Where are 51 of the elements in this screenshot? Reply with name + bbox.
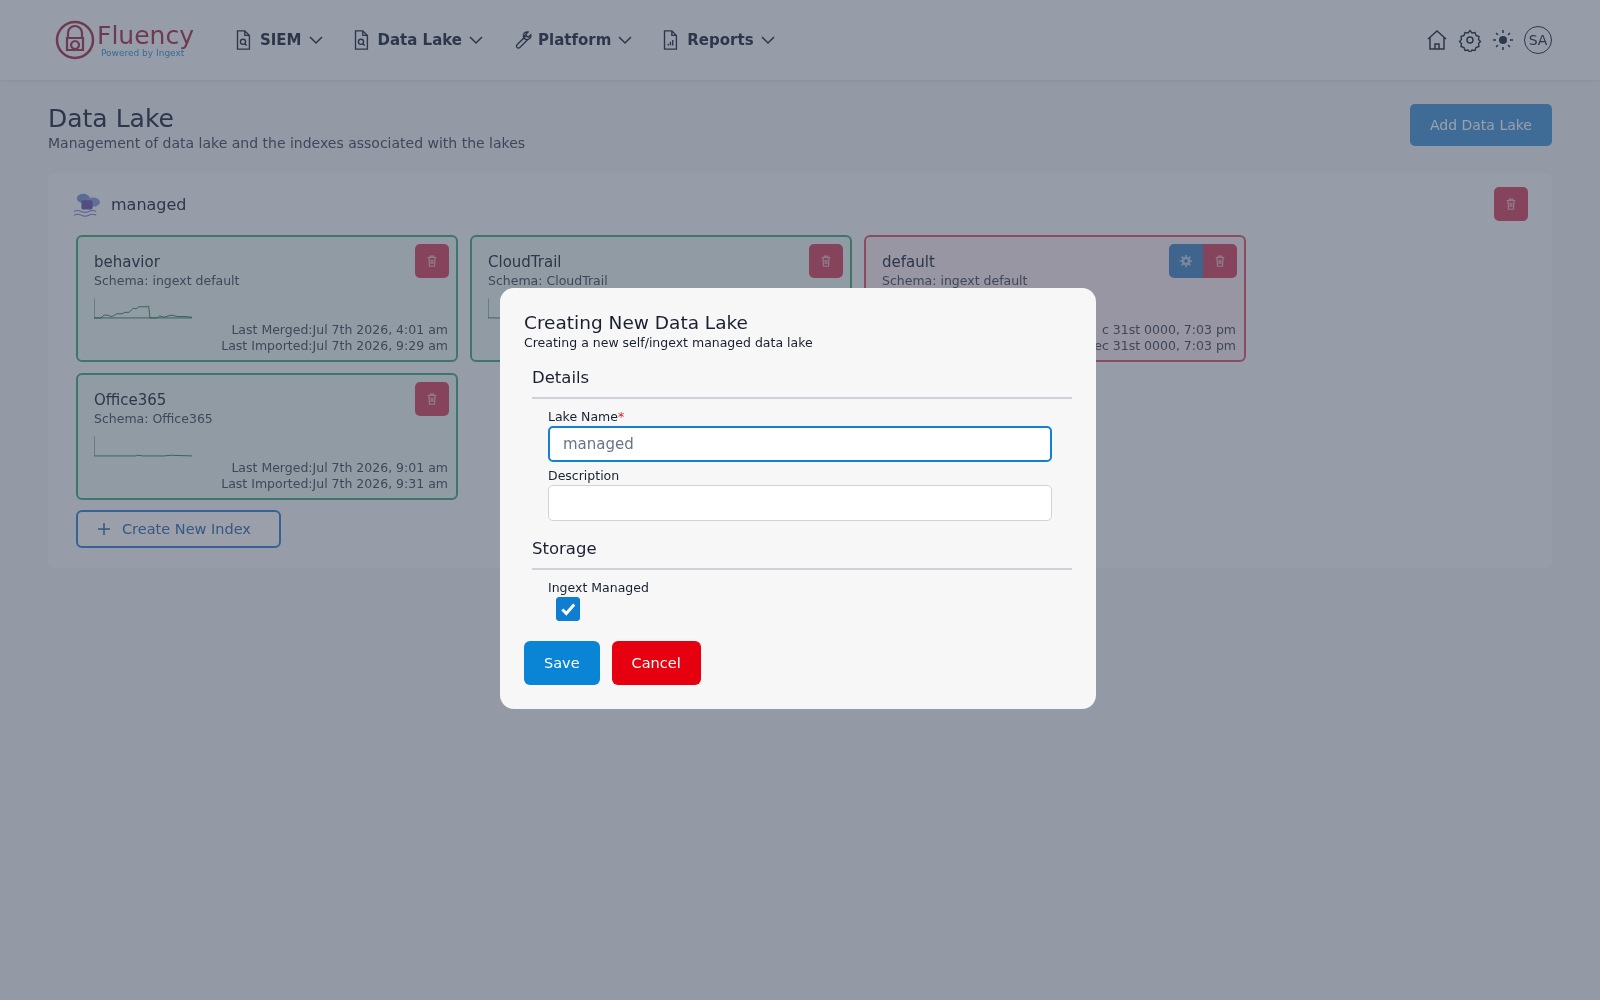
delete-lake-button[interactable]	[1494, 187, 1528, 221]
section-title: Details	[532, 368, 591, 387]
brand-name: Fluency	[97, 22, 194, 48]
nav-menu[interactable]: Reports	[659, 29, 776, 51]
last-merged: Last Merged:Jul 7th 2026, 4:01 am	[231, 322, 448, 338]
index-schema: Schema: CloudTrail	[488, 273, 608, 288]
trash-icon	[819, 254, 833, 268]
lake-name: managed	[111, 194, 187, 214]
cloud-database-icon	[72, 191, 102, 217]
page-title: Data Lake	[48, 104, 175, 133]
delete-index-button[interactable]	[1203, 244, 1237, 278]
index-schema: Schema: ingext default	[94, 273, 240, 288]
field-label: Description	[548, 468, 620, 483]
checkbox[interactable]	[556, 597, 580, 621]
cancel-button[interactable]: Cancel	[611, 641, 701, 685]
text-field[interactable]: managed	[548, 426, 1052, 462]
plus-icon	[96, 521, 112, 537]
home-icon[interactable]	[1425, 28, 1449, 52]
gear-icon	[1179, 254, 1193, 268]
index-name: CloudTrail	[488, 253, 562, 271]
nav-menu[interactable]: Data Lake	[349, 29, 484, 51]
last-merged: Last Merged:Jul 7th 2026, 9:01 am	[231, 460, 448, 476]
delete-index-button[interactable]	[415, 382, 449, 416]
nav-menu[interactable]: Platform	[510, 29, 634, 51]
index-schema: Schema: ingext default	[882, 273, 1028, 288]
field-label: Ingext Managed	[548, 580, 649, 595]
index-name: default	[882, 253, 935, 271]
trash-icon	[425, 392, 439, 406]
field-label: Lake Name*	[548, 409, 625, 424]
index-name: behavior	[94, 253, 160, 271]
trash-icon	[1504, 197, 1518, 211]
create-index-button[interactable]: Create New Index	[76, 510, 281, 548]
trash-icon	[1213, 254, 1227, 268]
save-button[interactable]: Save	[524, 641, 600, 685]
last-imported: Last Imported:Jul 7th 2026, 9:31 am	[221, 476, 448, 492]
dialog-subtitle: Creating a new self/ingext managed data lake	[524, 335, 814, 350]
page-subtitle: Management of data lake and the indexes associated with the lakes	[48, 135, 526, 151]
index-name: Office365	[94, 391, 167, 409]
delete-index-button[interactable]	[809, 244, 843, 278]
nav-menu[interactable]: SIEM	[231, 29, 324, 51]
delete-index-button[interactable]	[415, 244, 449, 278]
dialog-title: Creating New Data Lake	[524, 312, 749, 333]
lock-logo-icon	[55, 20, 95, 60]
trash-icon	[425, 254, 439, 268]
last-merged: c 31st 0000, 7:03 pm	[1101, 322, 1236, 338]
sun-icon[interactable]	[1491, 28, 1515, 52]
section-title: Storage	[532, 539, 598, 558]
settings-icon[interactable]	[1458, 28, 1482, 52]
index-schema: Schema: Office365	[94, 411, 213, 426]
index-settings-button[interactable]	[1169, 244, 1203, 278]
last-imported: Last Imported:Jul 7th 2026, 9:29 am	[221, 338, 448, 354]
